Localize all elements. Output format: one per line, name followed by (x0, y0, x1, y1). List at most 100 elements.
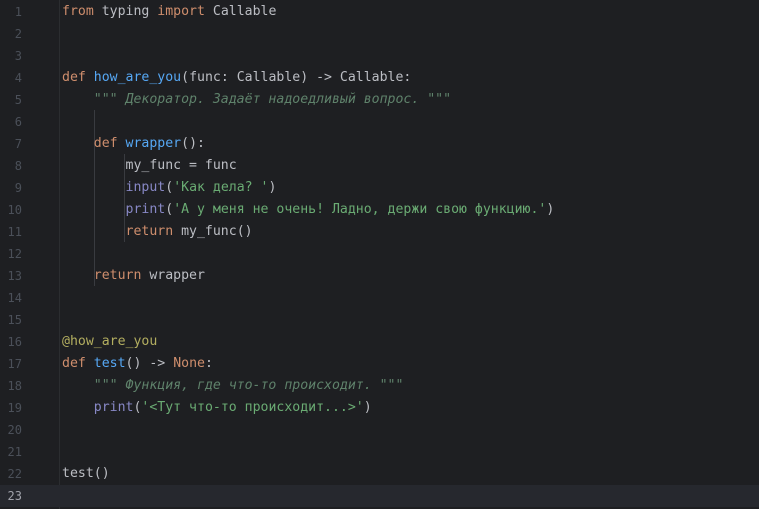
code-line[interactable]: 23 (0, 485, 759, 507)
line-number: 2 (14, 27, 22, 41)
line-number: 4 (14, 71, 22, 85)
code-token: wrapper (141, 268, 205, 283)
line-number: 5 (14, 93, 22, 107)
code-token: def (62, 356, 86, 371)
code-line[interactable]: 18 """ Функция, где что-то происходит. "… (0, 375, 759, 397)
code-token: () -> (125, 356, 174, 371)
line-number: 6 (14, 115, 22, 129)
code-line[interactable]: 9 input('Как дела? ') (0, 177, 759, 199)
code-line[interactable]: 17 def test() -> None: (0, 353, 759, 375)
code-line[interactable]: 21 (0, 441, 759, 463)
code-token: print (93, 400, 134, 415)
line-number: 3 (14, 49, 22, 63)
code-token: wrapper (125, 136, 182, 151)
line-code: input('Как дела? ') (62, 177, 277, 199)
line-number: 18 (7, 379, 22, 393)
code-line[interactable]: 7 def wrapper(): (0, 133, 759, 155)
code-line[interactable]: 19 print('<Тут что-то происходит...>') (0, 397, 759, 419)
code-line[interactable]: 11 return my_func() (0, 221, 759, 243)
code-line[interactable]: 10 print('А у меня не очень! Ладно, держ… (0, 199, 759, 221)
line-code: """ Функция, где что-то происходит. """ (62, 375, 404, 397)
code-line[interactable]: 12 (0, 243, 759, 265)
code-token: return (125, 224, 174, 239)
line-number: 12 (7, 247, 22, 261)
code-line[interactable]: 5 """ Декоратор. Задаёт надоедливый вопр… (0, 89, 759, 111)
code-token: def (93, 136, 118, 151)
line-code: def how_are_you(func: Callable) -> Calla… (62, 67, 411, 89)
line-number: 19 (7, 401, 22, 415)
code-token: def (62, 70, 86, 85)
code-editor[interactable]: 1 from typing import Callable 2 3 4 def how_a… (0, 0, 759, 509)
code-token: my_func = func (62, 158, 237, 173)
code-token: print (125, 202, 166, 217)
code-line[interactable]: 16 @how_are_you (0, 331, 759, 353)
line-number: 23 (7, 489, 22, 503)
code-token: ( (165, 202, 174, 217)
line-code: def wrapper(): (62, 133, 205, 155)
line-number: 9 (14, 181, 22, 195)
code-token: from (62, 4, 94, 19)
code-token: test (93, 356, 126, 371)
code-token: '<Тут что-то происходит...>' (141, 400, 364, 415)
code-token: @how_are_you (62, 334, 158, 349)
code-token: ) (363, 400, 372, 415)
code-token: ( (165, 180, 174, 195)
code-token: return (93, 268, 142, 283)
line-number: 15 (7, 313, 22, 327)
line-number: 16 (7, 335, 22, 349)
line-code: @how_are_you (62, 331, 157, 353)
code-token: 'А у меня не очень! Ладно, держи свою фу… (173, 202, 547, 217)
line-number: 7 (14, 137, 22, 151)
code-token: ) (546, 202, 555, 217)
code-token: None (173, 356, 205, 371)
code-line[interactable]: 15 (0, 309, 759, 331)
line-code: from typing import Callable (62, 1, 276, 23)
line-code: test() (62, 463, 110, 485)
line-number: 14 (7, 291, 22, 305)
line-code: return my_func() (62, 221, 253, 243)
code-token: 'Как дела? ' (173, 180, 269, 195)
line-number: 22 (7, 467, 22, 481)
code-line[interactable]: 2 (0, 23, 759, 45)
code-line[interactable]: 22 test() (0, 463, 759, 485)
line-code: return wrapper (62, 265, 205, 287)
code-token: my_func() (173, 224, 253, 239)
code-line[interactable]: 20 (0, 419, 759, 441)
line-number: 1 (14, 5, 22, 19)
line-number: 17 (7, 357, 22, 371)
code-line[interactable]: 1 from typing import Callable (0, 1, 759, 23)
code-line[interactable]: 4 def how_are_you(func: Callable) -> Call… (0, 67, 759, 89)
code-token: """ Функция, где что-то происходит. """ (93, 378, 404, 393)
code-token: Callable (204, 4, 277, 19)
code-token: (): (181, 136, 205, 151)
code-line[interactable]: 14 (0, 287, 759, 309)
code-token: : (204, 356, 213, 371)
code-line[interactable]: 6 (0, 111, 759, 133)
code-token: typing (93, 4, 158, 19)
line-number: 20 (7, 423, 22, 437)
code-line[interactable]: 13 return wrapper (0, 265, 759, 287)
code-line[interactable]: 3 (0, 45, 759, 67)
line-number: 21 (7, 445, 22, 459)
line-number: 8 (14, 159, 22, 173)
line-number: 10 (7, 203, 22, 217)
code-token: ) (268, 180, 277, 195)
code-token: (func: Callable) -> Callable: (181, 70, 412, 85)
code-token: """ Декоратор. Задаёт надоедливый вопрос… (93, 92, 452, 107)
line-code: """ Декоратор. Задаёт надоедливый вопрос… (62, 89, 451, 111)
code-token: import (157, 4, 205, 19)
line-code: print('А у меня не очень! Ладно, держи с… (62, 199, 555, 221)
line-code: def test() -> None: (62, 353, 213, 375)
code-line[interactable]: 8 my_func = func (0, 155, 759, 177)
